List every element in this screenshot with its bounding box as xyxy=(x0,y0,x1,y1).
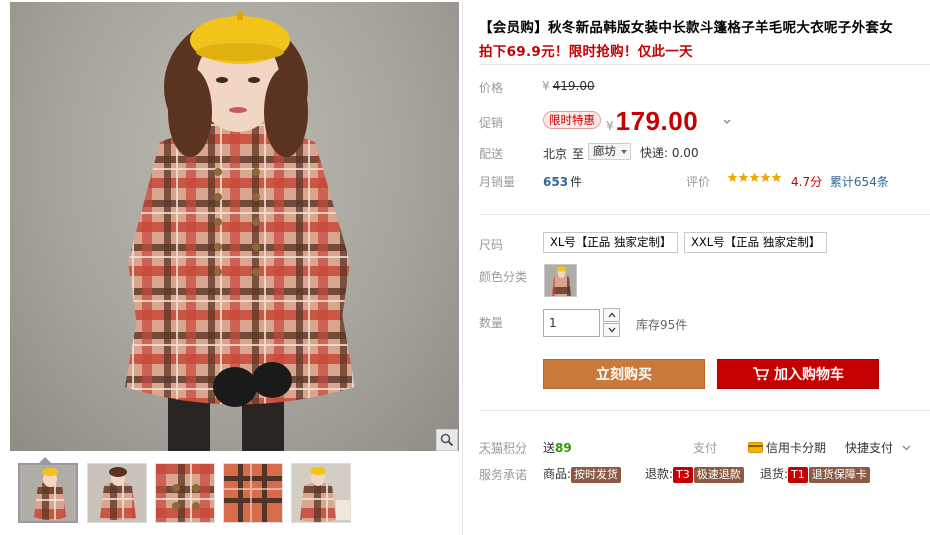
thumbnail-3[interactable] xyxy=(155,463,215,523)
credit-card-icon xyxy=(748,442,763,453)
chevron-down-icon xyxy=(608,327,615,333)
color-option-plaid[interactable] xyxy=(544,264,577,297)
size-label: 尺码 xyxy=(479,238,504,252)
city-select[interactable]: 廊坊 xyxy=(588,143,631,160)
title-divider xyxy=(479,64,930,65)
service-return-tag[interactable]: 退货保障卡 xyxy=(808,467,870,483)
promotion-label: 促销 xyxy=(479,116,504,130)
service-goods: 商品: 按时发货 xyxy=(543,465,622,483)
service-goods-label: 商品: xyxy=(543,467,572,481)
column-divider xyxy=(462,0,463,535)
thumbnail-strip xyxy=(10,457,459,535)
tmall-points-value: 89 xyxy=(555,441,572,455)
quantity-increase-button[interactable] xyxy=(603,308,620,322)
promo-headline: 拍下69.9元！限时抢购！仅此一天 xyxy=(479,44,693,60)
quantity-input[interactable] xyxy=(543,309,600,337)
quick-pay[interactable]: 快捷支付 xyxy=(845,439,911,456)
tmall-points-label: 天猫积分 xyxy=(479,441,528,455)
thumbnail-1[interactable] xyxy=(18,463,78,523)
thumbnail-2[interactable] xyxy=(87,463,147,523)
rating-score-value: 4.7分 xyxy=(791,175,823,189)
service-return-label: 退货: xyxy=(760,467,789,481)
product-gallery xyxy=(0,0,460,535)
thumbnail-5-image xyxy=(292,464,350,522)
tmall-points-prefix: 送 xyxy=(543,441,556,455)
city-select-value: 廊坊 xyxy=(593,144,616,158)
thumbnail-4[interactable] xyxy=(223,463,283,523)
monthly-sales-unit: 件 xyxy=(570,175,583,189)
product-title: 【会员购】秋冬新品韩版女装中长款斗篷格子羊毛呢大衣呢子外套女 xyxy=(479,20,893,36)
rating-score: 4.7分 累计654条 xyxy=(791,173,889,190)
price-label: 价格 xyxy=(479,81,504,95)
rating-label: 评价 xyxy=(686,175,711,189)
star-icon xyxy=(749,172,760,182)
caret-down-icon[interactable] xyxy=(722,118,732,126)
service-return: 退货: T1 退货保障卡 xyxy=(760,465,870,483)
quantity-label: 数量 xyxy=(479,316,504,330)
service-goods-tag[interactable]: 按时发货 xyxy=(571,467,622,483)
add-to-cart-label: 加入购物车 xyxy=(774,367,844,383)
chevron-down-icon xyxy=(902,445,911,451)
thumbnail-1-image xyxy=(20,465,76,521)
payment-label: 支付 xyxy=(693,441,718,455)
currency-symbol: ¥ xyxy=(542,79,550,93)
service-refund-tag[interactable]: 极速退款 xyxy=(693,467,744,483)
quantity-decrease-button[interactable] xyxy=(603,323,620,337)
quick-pay-label: 快捷支付 xyxy=(845,441,894,455)
service-label: 服务承诺 xyxy=(479,468,528,482)
monthly-sales: 653 件 xyxy=(543,173,582,190)
zoom-icon xyxy=(440,433,454,447)
thumbnail-5[interactable] xyxy=(291,463,351,523)
rating-stars xyxy=(727,172,782,183)
promo-price-value: 179.00 xyxy=(615,106,699,136)
delivery-to-word: 至 xyxy=(572,147,585,161)
stock-count: 库存95件 xyxy=(636,318,688,332)
service-refund-badge: T3 xyxy=(673,467,693,483)
cart-icon xyxy=(753,367,770,381)
chevron-up-icon xyxy=(608,312,615,318)
thumbnail-2-image xyxy=(88,464,146,522)
buy-now-button[interactable]: 立刻购买 xyxy=(543,359,705,389)
delivery-from: 北京 xyxy=(543,147,568,161)
chevron-down-icon xyxy=(621,150,627,154)
main-product-photo[interactable] xyxy=(10,2,459,451)
star-icon xyxy=(727,172,738,182)
credit-installment[interactable]: 信用卡分期 xyxy=(748,439,826,456)
limited-sale-badge: 限时特惠 xyxy=(543,111,601,129)
star-icon xyxy=(738,172,749,182)
color-option-image xyxy=(545,265,576,296)
star-icon xyxy=(760,172,771,182)
monthly-sales-label: 月销量 xyxy=(479,175,516,189)
credit-installment-label: 信用卡分期 xyxy=(766,441,827,455)
monthly-sales-count: 653 xyxy=(543,175,569,189)
total-reviews-link[interactable]: 累计654条 xyxy=(830,175,889,189)
thumbnail-3-image xyxy=(156,464,214,522)
model-in-plaid-coat-illustration xyxy=(125,12,355,451)
size-option-xl[interactable]: XL号【正品 独家定制】 xyxy=(543,232,679,253)
express-fee: 快递: 0.00 xyxy=(640,146,699,160)
add-to-cart-button[interactable]: 加入购物车 xyxy=(717,359,879,389)
promotion-price: ¥179.00 xyxy=(606,106,698,137)
tmall-points: 送89 xyxy=(543,439,572,456)
info-divider xyxy=(479,214,930,215)
action-divider xyxy=(479,410,930,411)
service-return-badge: T1 xyxy=(788,467,808,483)
service-refund-label: 退款: xyxy=(645,467,674,481)
promo-currency-symbol: ¥ xyxy=(606,119,614,133)
size-option-xxl[interactable]: XXL号【正品 独家定制】 xyxy=(684,232,828,253)
delivery-label: 配送 xyxy=(479,147,504,161)
original-price: ¥419.00 xyxy=(542,79,595,93)
color-label: 颜色分类 xyxy=(479,270,528,284)
service-refund: 退款: T3 极速退款 xyxy=(645,465,744,483)
star-icon xyxy=(771,172,782,182)
original-price-value: 419.00 xyxy=(552,79,595,93)
thumbnail-4-image xyxy=(224,464,282,522)
zoom-button[interactable] xyxy=(436,429,458,451)
